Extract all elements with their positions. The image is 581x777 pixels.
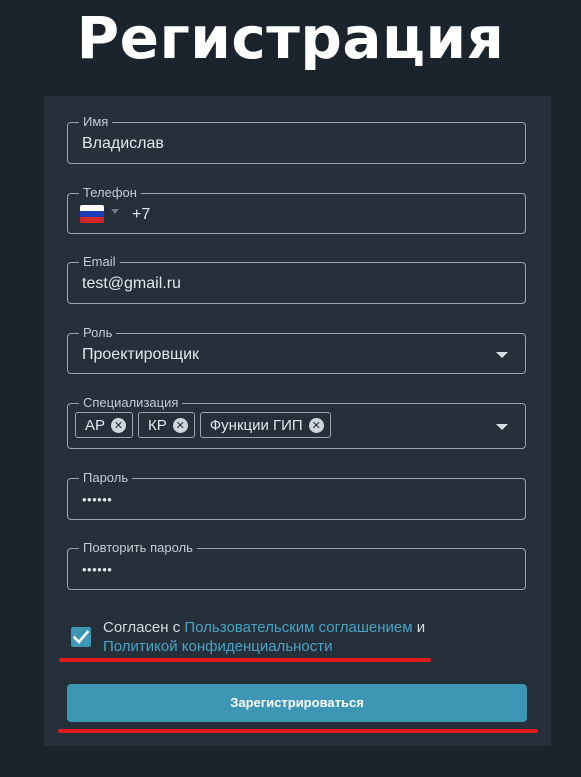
name-label: Имя <box>79 114 113 130</box>
privacy-policy-link[interactable]: Политикой конфиденциальности <box>103 638 333 655</box>
russia-flag-icon[interactable] <box>80 205 104 223</box>
chevron-down-icon[interactable] <box>496 352 508 358</box>
role-label: Роль <box>79 325 117 341</box>
chip-gip[interactable]: Функции ГИП ✕ <box>199 412 331 438</box>
password-repeat-field[interactable]: Повторить пароль •••••• <box>67 540 526 590</box>
registration-form: Имя Владислав Телефон +7 Email test@gmai… <box>44 96 551 746</box>
red-underline-annotation <box>59 658 431 662</box>
chevron-down-icon[interactable] <box>111 209 119 214</box>
agreement-checkbox[interactable] <box>71 627 91 647</box>
phone-label: Телефон <box>79 185 141 201</box>
red-underline-annotation <box>58 729 538 733</box>
remove-chip-icon[interactable]: ✕ <box>308 417 324 433</box>
page-title: Регистрация <box>76 4 505 72</box>
name-field[interactable]: Имя Владислав <box>67 114 526 164</box>
password-field[interactable]: Пароль •••••• <box>67 470 526 520</box>
phone-field[interactable]: Телефон +7 <box>67 185 526 234</box>
password-repeat-value: •••••• <box>82 562 113 577</box>
email-value: test@gmail.ru <box>82 275 181 292</box>
name-value: Владислав <box>82 135 164 152</box>
user-agreement-link[interactable]: Пользовательским соглашением <box>184 619 412 636</box>
chevron-down-icon[interactable] <box>496 424 508 430</box>
password-label: Пароль <box>79 470 133 486</box>
phone-value: +7 <box>132 206 151 223</box>
password-value: •••••• <box>82 492 113 507</box>
specialization-label: Специализация <box>79 395 183 411</box>
chip-kr[interactable]: КР ✕ <box>138 412 195 438</box>
email-label: Email <box>79 254 120 270</box>
checkmark-icon <box>73 630 89 644</box>
email-field[interactable]: Email test@gmail.ru <box>67 254 526 304</box>
agreement-text: Согласен с Пользовательским соглашением … <box>103 619 426 655</box>
role-select[interactable]: Роль Проектировщик <box>67 325 526 374</box>
role-value: Проектировщик <box>82 346 200 363</box>
password-repeat-label: Повторить пароль <box>79 540 197 556</box>
specialization-select[interactable]: Специализация АР ✕ КР ✕ Функции ГИП ✕ <box>67 395 526 449</box>
remove-chip-icon[interactable]: ✕ <box>172 417 188 433</box>
remove-chip-icon[interactable]: ✕ <box>111 417 127 433</box>
chip-ar[interactable]: АР ✕ <box>75 412 134 438</box>
register-button[interactable]: Зарегистрироваться <box>67 684 527 722</box>
